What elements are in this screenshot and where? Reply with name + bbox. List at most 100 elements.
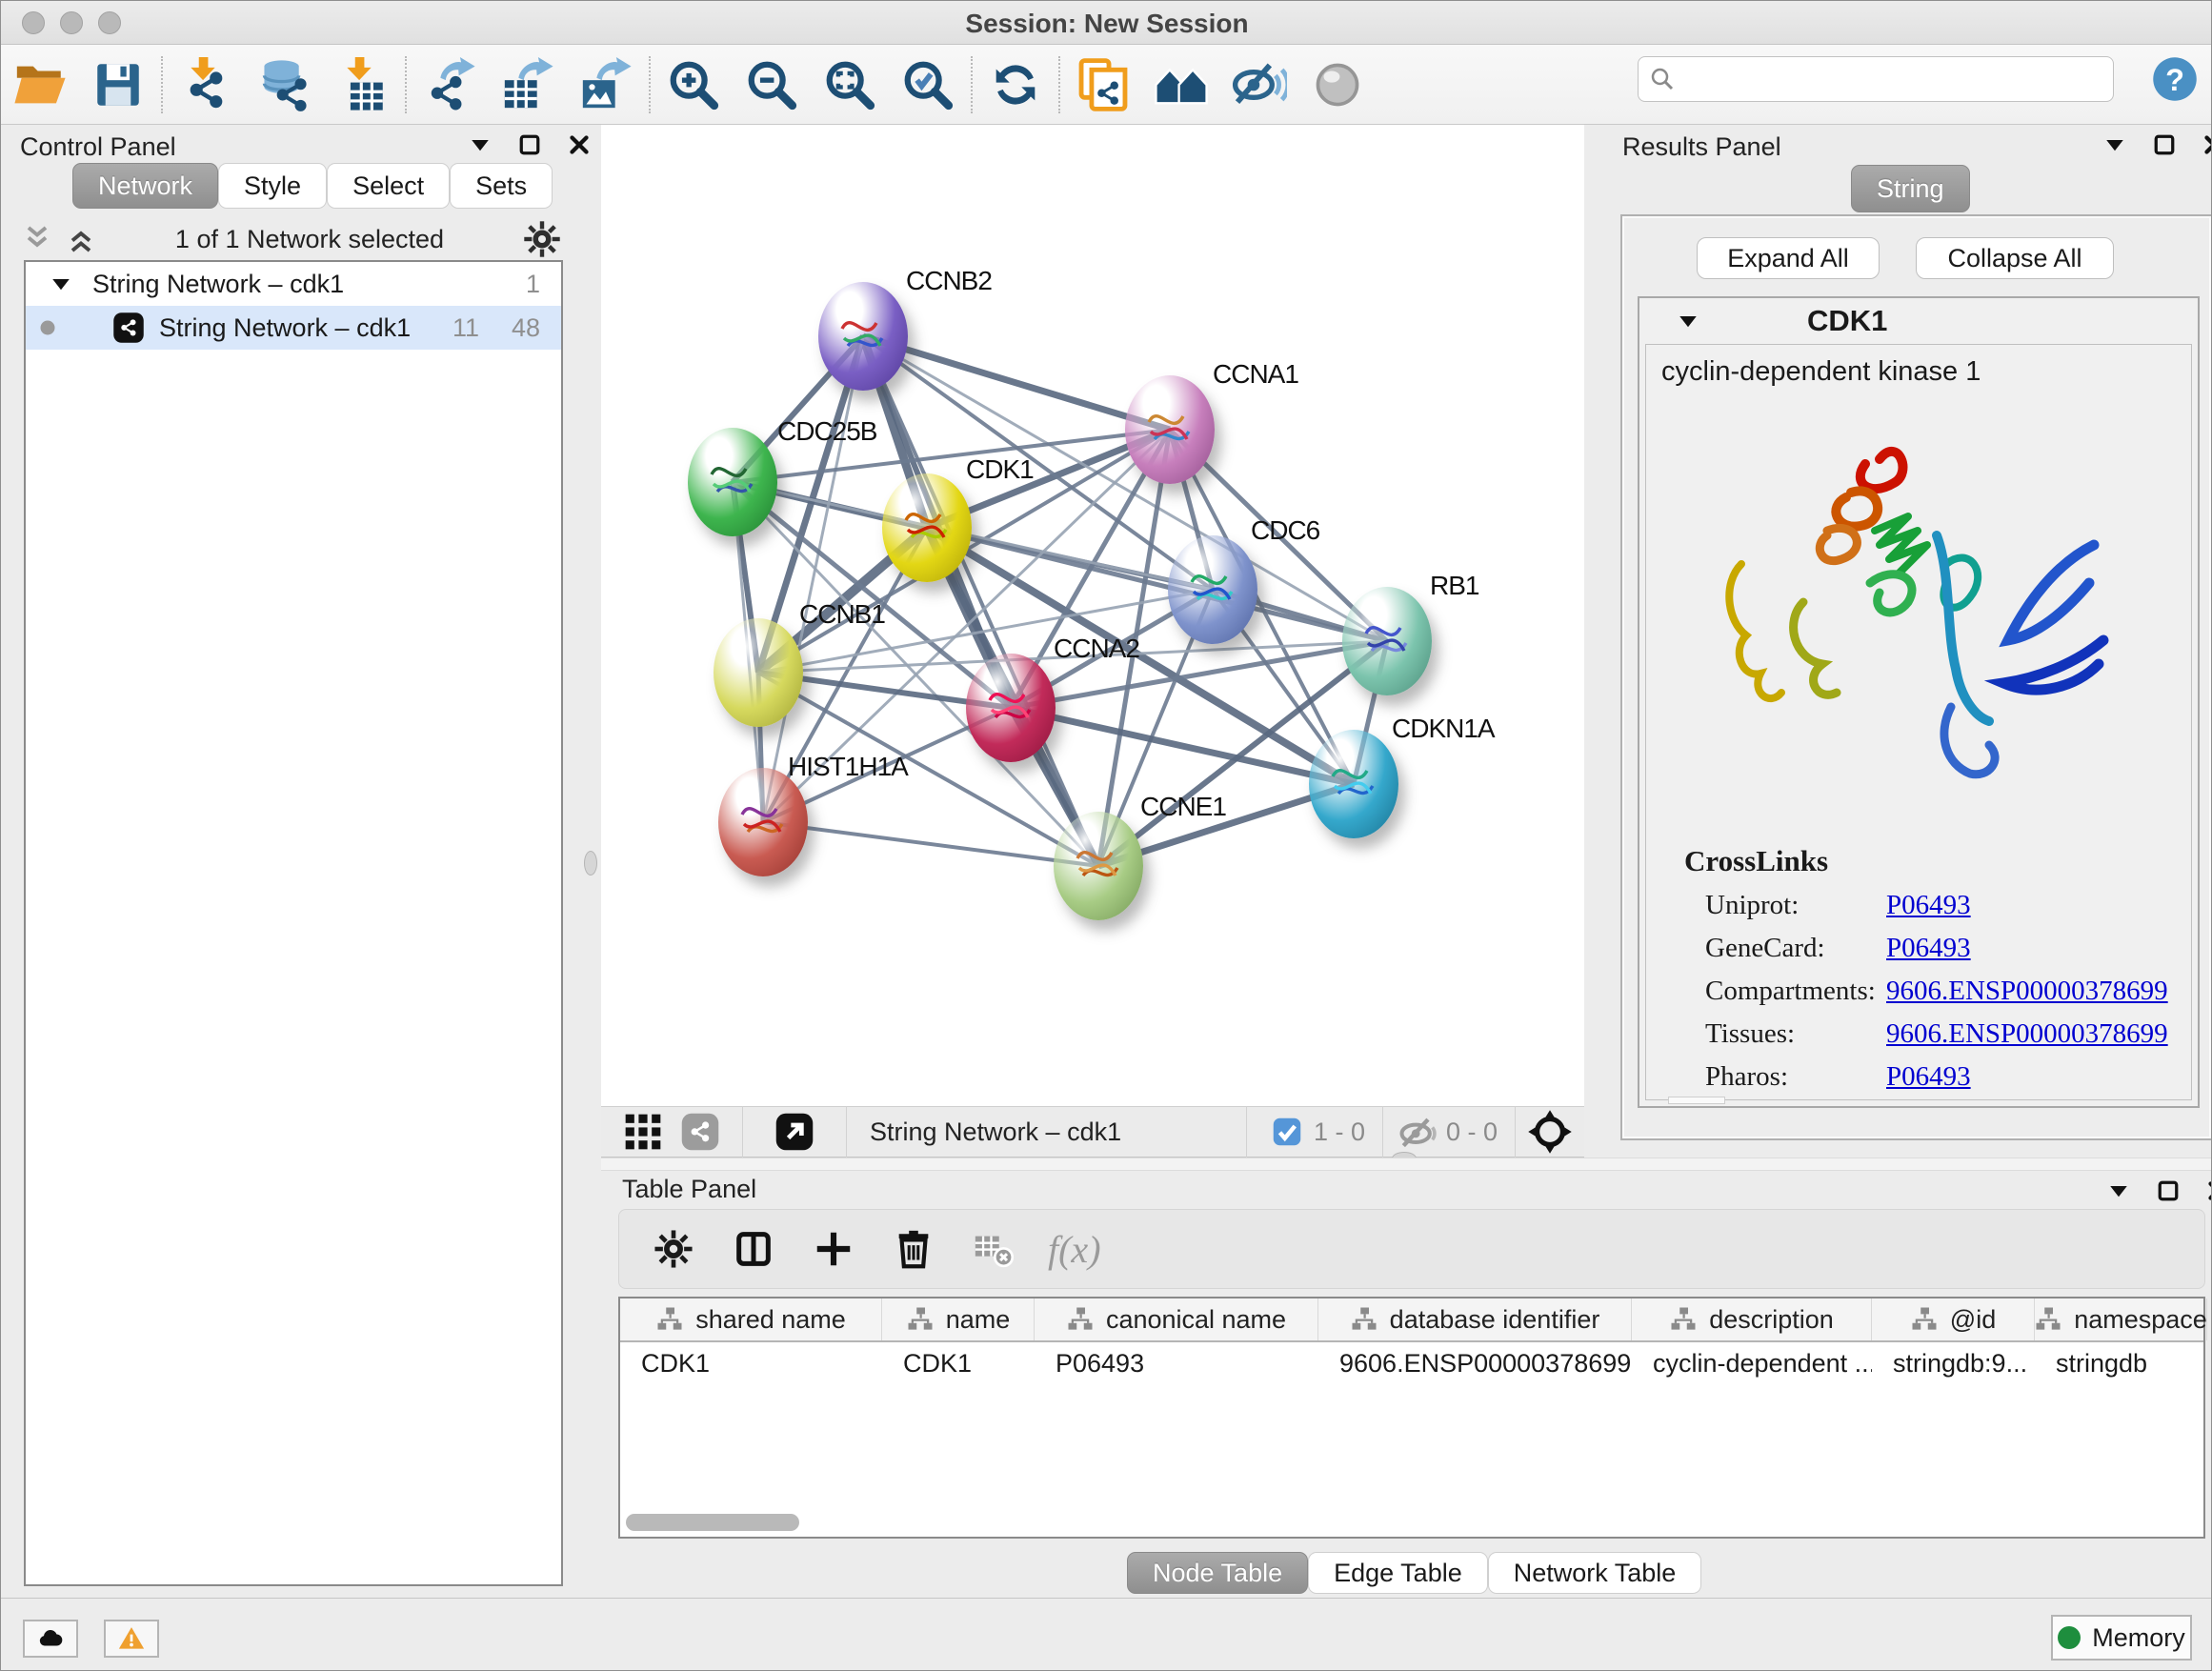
table-menu-icon[interactable] (2104, 1177, 2133, 1205)
network-node-CCNB1[interactable] (714, 618, 803, 727)
tab-node-table[interactable]: Node Table (1127, 1552, 1308, 1594)
zoom-in-icon[interactable] (654, 50, 733, 119)
cloud-status-button[interactable] (23, 1620, 78, 1658)
table-header-row: shared namenamecanonical namedatabase id… (620, 1299, 2203, 1342)
string-home-icon[interactable] (1142, 50, 1220, 119)
network-canvas[interactable]: CCNB2 CCNA1 CDC25B CDK1 CDC6 RB1CCNB1 CC… (601, 125, 1584, 1106)
table-float-icon[interactable] (2154, 1177, 2182, 1205)
crosslink-link[interactable]: P06493 (1886, 890, 1971, 921)
zoom-fit-icon[interactable] (811, 50, 889, 119)
results-scrollbar-thumb[interactable] (1668, 1097, 1725, 1104)
import-table-icon[interactable] (323, 50, 401, 119)
horizontal-splitter[interactable] (601, 1158, 2212, 1171)
float-panel-icon[interactable] (515, 131, 544, 159)
expand-all-icon[interactable] (64, 222, 98, 256)
results-close-icon[interactable] (2200, 131, 2212, 159)
network-node-CCNB2[interactable] (818, 282, 908, 391)
column-header-namespace[interactable]: namespace (2035, 1299, 2207, 1340)
network-node-HIST1H1A[interactable] (718, 768, 808, 876)
collection-expander-icon[interactable] (47, 270, 75, 298)
column-header-databaseidentifier[interactable]: database identifier (1318, 1299, 1632, 1340)
delete-column-icon[interactable] (888, 1223, 939, 1275)
table-cell[interactable]: stringdb:9... (1872, 1342, 2035, 1384)
help-button[interactable]: ? (2150, 54, 2200, 104)
gene-section-header[interactable]: CDK1 (1639, 298, 2198, 344)
network-node-CCNA1[interactable] (1125, 375, 1215, 484)
network-node-RB1[interactable] (1342, 587, 1432, 695)
column-header-description[interactable]: description (1632, 1299, 1872, 1340)
export-network-icon[interactable] (411, 50, 489, 119)
network-node-CDC6[interactable] (1168, 535, 1257, 644)
column-header-id[interactable]: @id (1872, 1299, 2035, 1340)
results-menu-icon[interactable] (2101, 131, 2129, 159)
tab-edge-table[interactable]: Edge Table (1308, 1552, 1488, 1594)
zoom-out-icon[interactable] (733, 50, 811, 119)
import-network-icon[interactable] (167, 50, 245, 119)
zoom-selected-icon[interactable] (889, 50, 967, 119)
search-input[interactable] (1677, 60, 2113, 98)
network-node-CDKN1A[interactable] (1309, 730, 1398, 838)
memory-button[interactable]: Memory (2051, 1615, 2192, 1661)
birds-eye-view-icon[interactable] (622, 1111, 664, 1153)
document-share-icon[interactable] (1064, 50, 1142, 119)
network-row[interactable]: String Network – cdk1 11 48 (26, 306, 561, 350)
table-cell[interactable]: CDK1 (882, 1342, 1035, 1384)
results-float-icon[interactable] (2150, 131, 2179, 159)
table-cell[interactable]: P06493 (1035, 1342, 1318, 1384)
tab-network[interactable]: Network (72, 163, 218, 209)
panel-menu-icon[interactable] (466, 131, 494, 159)
export-table-icon[interactable] (489, 50, 567, 119)
hide-show-icon[interactable] (1220, 50, 1298, 119)
column-header-name[interactable]: name (882, 1299, 1035, 1340)
table-row[interactable]: CDK1CDK1P064939606.ENSP00000378699cyclin… (620, 1342, 2203, 1384)
table-cell[interactable]: CDK1 (620, 1342, 882, 1384)
import-network-database-icon[interactable] (245, 50, 323, 119)
left-splitter-handle[interactable] (584, 851, 597, 876)
search-box[interactable] (1638, 56, 2114, 102)
network-node-CCNE1[interactable] (1054, 812, 1143, 920)
crosslink-link[interactable]: P06493 (1886, 1061, 1971, 1093)
tab-network-table[interactable]: Network Table (1488, 1552, 1702, 1594)
collapse-all-button[interactable]: Collapse All (1916, 237, 2114, 279)
network-collection-row[interactable]: String Network – cdk1 1 (26, 262, 561, 306)
node-label-CDKN1A: CDKN1A (1392, 714, 1495, 744)
network-options-gear-icon[interactable] (521, 218, 563, 260)
hidden-elements-icon[interactable] (1397, 1111, 1438, 1153)
table-options-gear-icon[interactable] (648, 1223, 699, 1275)
glass-eye-icon[interactable] (1298, 50, 1377, 119)
selected-nodes-checkbox-icon[interactable] (1270, 1115, 1304, 1149)
add-column-icon[interactable] (808, 1223, 859, 1275)
column-header-sharedname[interactable]: shared name (620, 1299, 882, 1340)
tab-string[interactable]: String (1851, 165, 1970, 212)
gene-expander-icon[interactable] (1674, 307, 1702, 335)
node-label-RB1: RB1 (1430, 571, 1478, 601)
fit-content-icon[interactable] (1525, 1107, 1575, 1157)
collapse-all-icon[interactable] (20, 222, 54, 256)
crosslink-link[interactable]: P06493 (1886, 933, 1971, 964)
table-cell[interactable]: 9606.ENSP00000378699 (1318, 1342, 1632, 1384)
refresh-icon[interactable] (976, 50, 1055, 119)
column-header-canonicalname[interactable]: canonical name (1035, 1299, 1318, 1340)
table-cell[interactable]: cyclin-dependent ... (1632, 1342, 1872, 1384)
tab-style[interactable]: Style (218, 163, 327, 209)
table-cell[interactable]: stringdb (2035, 1342, 2207, 1384)
warnings-button[interactable] (104, 1620, 159, 1658)
open-session-icon[interactable] (1, 50, 79, 119)
close-panel-icon[interactable] (565, 131, 593, 159)
detach-view-icon[interactable] (774, 1111, 815, 1153)
save-session-icon[interactable] (79, 50, 157, 119)
table-h-scrollbar-thumb[interactable] (626, 1514, 799, 1531)
network-node-CDC25B[interactable] (688, 428, 777, 536)
export-image-icon[interactable] (567, 50, 645, 119)
network-node-CDK1[interactable] (882, 473, 972, 582)
expand-all-button[interactable]: Expand All (1697, 237, 1880, 279)
tab-select[interactable]: Select (327, 163, 450, 209)
crosslink-link[interactable]: 9606.ENSP00000378699 (1886, 1018, 2168, 1050)
show-columns-icon[interactable] (728, 1223, 779, 1275)
network-node-CCNA2[interactable] (966, 654, 1056, 762)
table-h-scrollbar[interactable] (626, 1514, 2198, 1531)
network-overview-share-icon[interactable] (679, 1111, 721, 1153)
table-close-icon[interactable] (2203, 1177, 2212, 1205)
tab-sets[interactable]: Sets (450, 163, 553, 209)
crosslink-link[interactable]: 9606.ENSP00000378699 (1886, 976, 2168, 1007)
